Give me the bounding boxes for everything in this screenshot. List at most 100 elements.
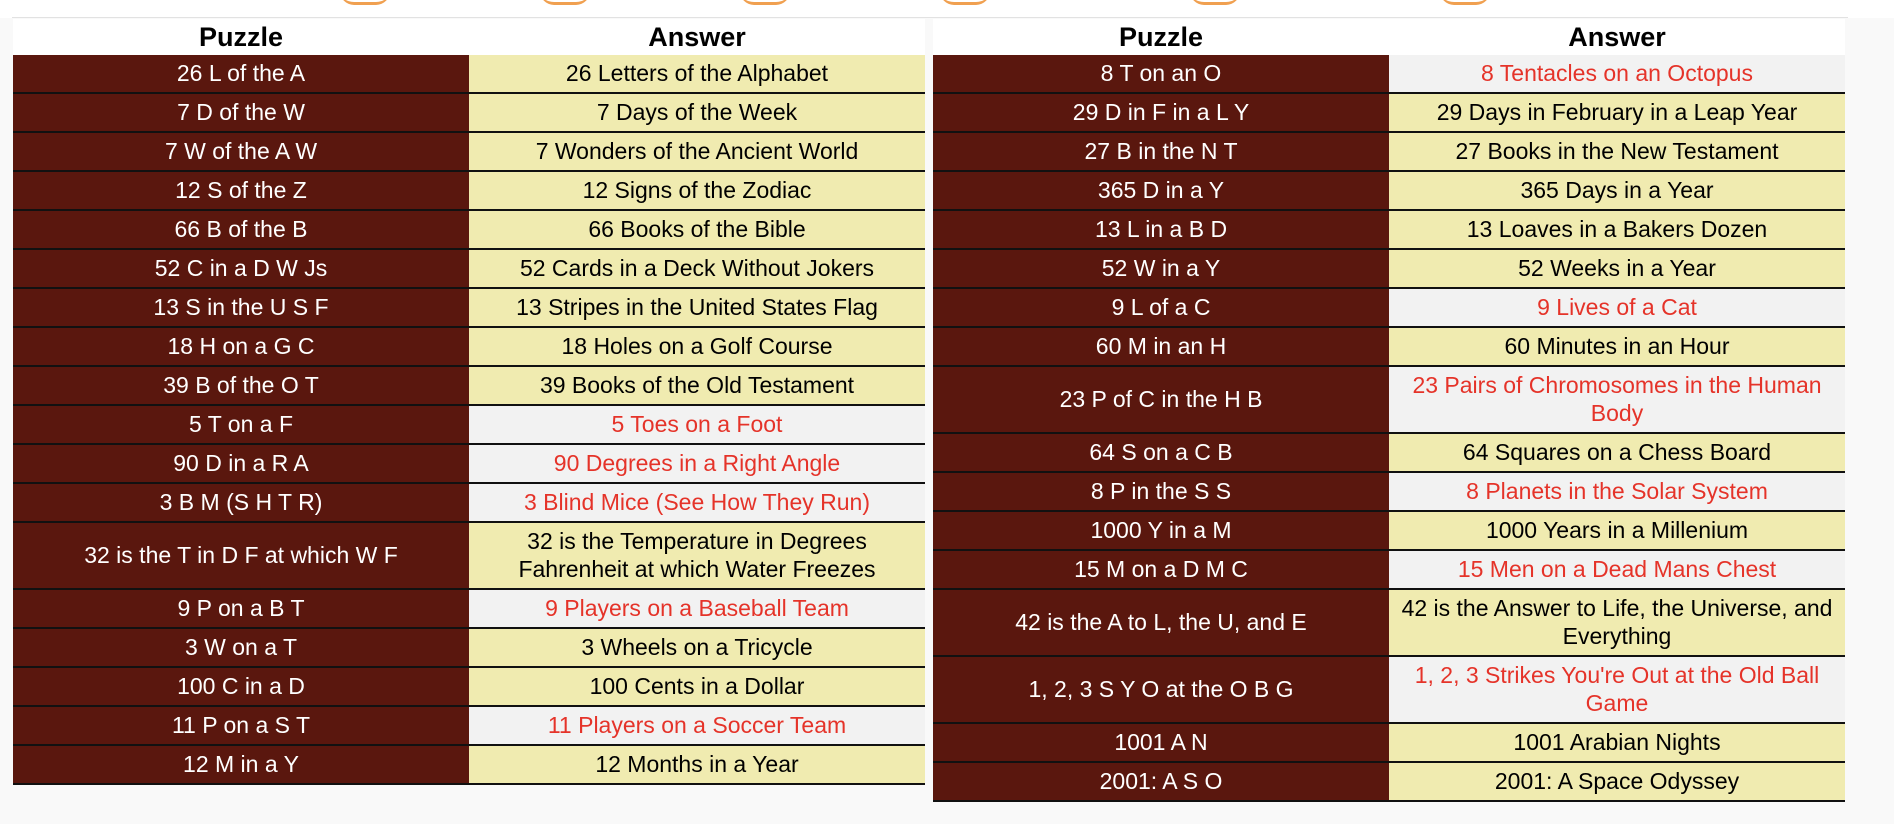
top-divider: [12, 17, 1848, 18]
puzzle-cell: 11 P on a S T: [13, 706, 469, 746]
puzzle-cell: 1001 A N: [933, 723, 1389, 763]
puzzle-cell: 365 D in a Y: [933, 171, 1389, 211]
table-row: 29 D in F in a L Y 29 Days in February in…: [933, 93, 1845, 133]
table-row: 12 M in a Y 12 Months in a Year: [13, 745, 925, 785]
answer-cell: 52 Weeks in a Year: [1389, 249, 1845, 289]
table-row: 15 M on a D M C 15 Men on a Dead Mans Che…: [933, 550, 1845, 590]
puzzle-column-header: Puzzle: [933, 19, 1389, 55]
puzzle-cell: 7 W of the A W: [13, 132, 469, 172]
table-row: 3 B M (S H T R) 3 Blind Mice (See How The…: [13, 483, 925, 523]
puzzle-cell: 2001: A S O: [933, 762, 1389, 802]
puzzle-cell: 18 H on a G C: [13, 327, 469, 367]
answer-cell-highlighted: 9 Lives of a Cat: [1389, 288, 1845, 328]
answer-cell: 64 Squares on a Chess Board: [1389, 433, 1845, 473]
right-table-body: 8 T on an O8 Tentacles on an Octopus 29 D…: [933, 55, 1845, 802]
answer-cell: 100 Cents in a Dollar: [469, 667, 925, 707]
answer-column-header: Answer: [469, 19, 925, 55]
answer-cell: 1001 Arabian Nights: [1389, 723, 1845, 763]
answer-cell-highlighted: 15 Men on a Dead Mans Chest: [1389, 550, 1845, 590]
answer-cell: 13 Stripes in the United States Flag: [469, 288, 925, 328]
puzzle-cell: 9 L of a C: [933, 288, 1389, 328]
puzzle-cell: 12 S of the Z: [13, 171, 469, 211]
answer-cell-highlighted: 90 Degrees in a Right Angle: [469, 444, 925, 484]
answer-cell: 12 Signs of the Zodiac: [469, 171, 925, 211]
table-row: 13 L in a B D 13 Loaves in a Bakers Dozen: [933, 210, 1845, 250]
table-row: 52 C in a D W Js 52 Cards in a Deck Witho…: [13, 249, 925, 289]
table-row: 18 H on a G C 18 Holes on a Golf Course: [13, 327, 925, 367]
answer-cell-highlighted: 1, 2, 3 Strikes You're Out at the Old Ba…: [1389, 656, 1845, 724]
answer-cell: 7 Days of the Week: [469, 93, 925, 133]
answer-cell: 29 Days in February in a Leap Year: [1389, 93, 1845, 133]
answer-cell: 1000 Years in a Millenium: [1389, 511, 1845, 551]
answer-cell-highlighted: 8 Tentacles on an Octopus: [1389, 55, 1845, 94]
puzzle-cell: 13 S in the U S F: [13, 288, 469, 328]
puzzle-cell: 60 M in an H: [933, 327, 1389, 367]
answer-cell: 2001: A Space Odyssey: [1389, 762, 1845, 802]
left-puzzle-table: Puzzle Answer 26 L of the A 26 Letters of…: [13, 19, 925, 785]
answer-column-header: Answer: [1389, 19, 1845, 55]
puzzle-cell: 7 D of the W: [13, 93, 469, 133]
table-row: 2001: A S O 2001: A Space Odyssey: [933, 762, 1845, 802]
answer-cell-highlighted: 9 Players on a Baseball Team: [469, 589, 925, 629]
puzzle-cell: 8 T on an O: [933, 55, 1389, 94]
answer-cell: 39 Books of the Old Testament: [469, 366, 925, 406]
answer-cell-highlighted: 23 Pairs of Chromosomes in the Human Bod…: [1389, 366, 1845, 434]
table-row: 8 P in the S S8 Planets in the Solar Sys…: [933, 472, 1845, 512]
answer-cell: 42 is the Answer to Life, the Universe, …: [1389, 589, 1845, 657]
answer-cell: 27 Books in the New Testament: [1389, 132, 1845, 172]
answer-cell: 3 Wheels on a Tricycle: [469, 628, 925, 668]
puzzle-cell: 27 B in the N T: [933, 132, 1389, 172]
puzzle-cell: 66 B of the B: [13, 210, 469, 250]
table-row: 66 B of the B 66 Books of the Bible: [13, 210, 925, 250]
puzzle-cell: 52 W in a Y: [933, 249, 1389, 289]
table-row: 1000 Y in a M 1000 Years in a Millenium: [933, 511, 1845, 551]
answer-cell: 12 Months in a Year: [469, 745, 925, 785]
table-row: 7 D of the W7 Days of the Week: [13, 93, 925, 133]
table-row: 7 W of the A W7 Wonders of the Ancient W…: [13, 132, 925, 172]
answer-cell: 7 Wonders of the Ancient World: [469, 132, 925, 172]
answer-cell: 13 Loaves in a Bakers Dozen: [1389, 210, 1845, 250]
table-row: 1001 A N 1001 Arabian Nights: [933, 723, 1845, 763]
table-row: 23 P of C in the H B 23 Pairs of Chromoso…: [933, 366, 1845, 434]
puzzle-cell: 3 W on a T: [13, 628, 469, 668]
answer-cell: 18 Holes on a Golf Course: [469, 327, 925, 367]
puzzle-cell: 12 M in a Y: [13, 745, 469, 785]
table-row: 39 B of the O T 39 Books of the Old Testa…: [13, 366, 925, 406]
table-row: 100 C in a D 100 Cents in a Dollar: [13, 667, 925, 707]
table-row: 11 P on a S T 11 Players on a Soccer Team: [13, 706, 925, 746]
puzzle-cell: 29 D in F in a L Y: [933, 93, 1389, 133]
table-row: 52 W in a Y 52 Weeks in a Year: [933, 249, 1845, 289]
puzzle-cell: 23 P of C in the H B: [933, 366, 1389, 434]
answer-cell: 52 Cards in a Deck Without Jokers: [469, 249, 925, 289]
puzzle-cell: 42 is the A to L, the U, and E: [933, 589, 1389, 657]
answer-cell-highlighted: 8 Planets in the Solar System: [1389, 472, 1845, 512]
answer-cell: 26 Letters of the Alphabet: [469, 55, 925, 94]
puzzle-cell: 90 D in a R A: [13, 444, 469, 484]
puzzle-cell: 1, 2, 3 S Y O at the O B G: [933, 656, 1389, 724]
puzzle-cell: 52 C in a D W Js: [13, 249, 469, 289]
table-row: 42 is the A to L, the U, and E 42 is the …: [933, 589, 1845, 657]
puzzle-cell: 39 B of the O T: [13, 366, 469, 406]
puzzle-cell: 100 C in a D: [13, 667, 469, 707]
puzzle-cell: 26 L of the A: [13, 55, 469, 94]
table-row: 1, 2, 3 S Y O at the O B G 1, 2, 3 Strike…: [933, 656, 1845, 724]
answer-cell: 60 Minutes in an Hour: [1389, 327, 1845, 367]
puzzle-cell: 5 T on a F: [13, 405, 469, 445]
table-row: 60 M in an H 60 Minutes in an Hour: [933, 327, 1845, 367]
left-table-body: 26 L of the A 26 Letters of the Alphabet 7…: [13, 55, 925, 785]
answer-cell: 66 Books of the Bible: [469, 210, 925, 250]
puzzle-cell: 3 B M (S H T R): [13, 483, 469, 523]
table-row: 90 D in a R A 90 Degrees in a Right Angle: [13, 444, 925, 484]
answer-cell-highlighted: 11 Players on a Soccer Team: [469, 706, 925, 746]
table-row: 8 T on an O8 Tentacles on an Octopus: [933, 55, 1845, 94]
puzzle-cell: 1000 Y in a M: [933, 511, 1389, 551]
puzzle-column-header: Puzzle: [13, 19, 469, 55]
puzzle-cell: 9 P on a B T: [13, 589, 469, 629]
table-row: 12 S of the Z 12 Signs of the Zodiac: [13, 171, 925, 211]
table-row: 9 L of a C9 Lives of a Cat: [933, 288, 1845, 328]
puzzle-cell: 15 M on a D M C: [933, 550, 1389, 590]
header-row: Puzzle Answer: [13, 19, 925, 55]
table-row: 13 S in the U S F 13 Stripes in the Unite…: [13, 288, 925, 328]
right-puzzle-table: Puzzle Answer 8 T on an O8 Tentacles on …: [933, 19, 1845, 802]
table-row: 32 is the T in D F at which W F 32 is the…: [13, 522, 925, 590]
